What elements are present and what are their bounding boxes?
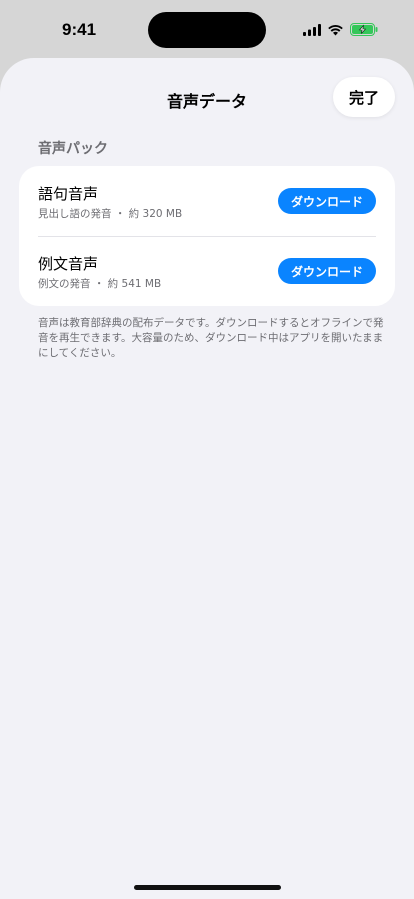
- done-button[interactable]: 完了: [333, 77, 395, 117]
- download-button[interactable]: ダウンロード: [278, 258, 376, 284]
- download-button[interactable]: ダウンロード: [278, 188, 376, 214]
- item-title: 例文音声: [38, 255, 99, 273]
- home-indicator[interactable]: [134, 885, 281, 890]
- item-subtitle: 例文の発音 ・ 約 541 MB: [38, 278, 162, 290]
- item-title: 語句音声: [38, 185, 99, 203]
- status-time: 9:41: [62, 20, 97, 39]
- audio-pack-list: 語句音声 見出し語の発音 ・ 約 320 MB ダウンロード 例文音声 例文の発…: [19, 166, 395, 306]
- battery-charging-icon: [350, 21, 378, 40]
- signal-icon: [303, 21, 321, 40]
- list-item-phrase-audio: 語句音声 見出し語の発音 ・ 約 320 MB ダウンロード: [19, 166, 395, 236]
- status-bar: 9:41: [0, 0, 414, 60]
- audio-data-sheet: 音声データ 完了 音声パック 語句音声 見出し語の発音 ・ 約 320 MB ダ…: [0, 58, 414, 899]
- status-icons: [303, 22, 378, 38]
- section-footer-note: 音声は教育部辞典の配布データです。ダウンロードするとオフラインで発音を再生できま…: [38, 317, 384, 359]
- wifi-icon: [327, 21, 344, 40]
- dynamic-island: [148, 12, 266, 48]
- list-item-example-audio: 例文音声 例文の発音 ・ 約 541 MB ダウンロード: [19, 236, 395, 306]
- item-subtitle: 見出し語の発音 ・ 約 320 MB: [38, 208, 183, 220]
- section-header: 音声パック: [38, 141, 108, 157]
